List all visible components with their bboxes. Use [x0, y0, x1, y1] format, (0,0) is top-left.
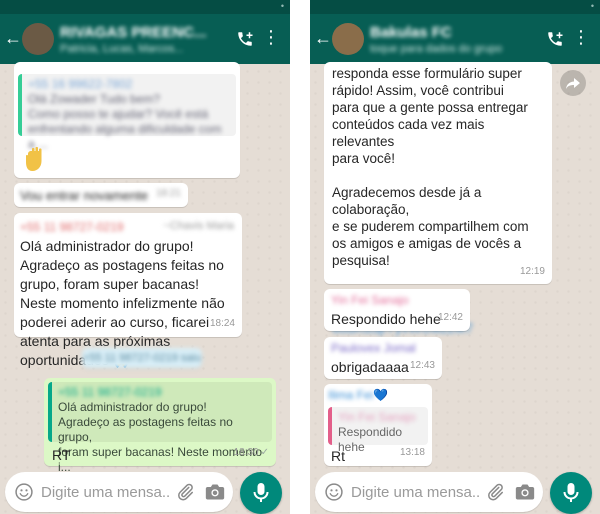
- message-time: 18:30: [233, 447, 259, 458]
- chat-screen-right: • ← Bakulas FC toque para dados do grupo…: [310, 0, 600, 514]
- voice-record-button[interactable]: [550, 472, 592, 514]
- message-input[interactable]: [351, 481, 479, 503]
- message-bubble-main[interactable]: responda esse formulário super rápido! A…: [324, 62, 552, 336]
- message-bubble[interactable]: Paulovex Jomal obrigadaaaa 12:43: [324, 337, 442, 379]
- message-line: e se puderem compartilhem com: [332, 219, 529, 234]
- message-bubble[interactable]: Ilima Fei💙 Yin Fei Sanajo Respondido heh…: [324, 384, 432, 466]
- message-line: responda esse formulário super: [332, 66, 522, 81]
- message-bubble-top[interactable]: +55 16 99622-7802 Olá Zowader Tudo bem? …: [14, 62, 240, 178]
- quote-line: Olá Zowader Tudo bem?: [28, 92, 161, 106]
- attach-paperclip-icon[interactable]: [485, 482, 505, 502]
- quote-line: Olá administrador do grupo!: [58, 400, 207, 414]
- sender-alias: ~Chavis Maria: [163, 220, 234, 232]
- message-sender: +55 11 98727-0219: [20, 220, 124, 234]
- chat-screen-left: • ← RIVAGAS PREENC... Patricia, Lucas, M…: [0, 0, 290, 514]
- message-bubble[interactable]: Yin Fei Sanajo Respondido hehe 12:42: [324, 289, 470, 331]
- quoted-message[interactable]: +55 16 99622-7802 Olá Zowader Tudo bem? …: [18, 74, 236, 151]
- message-line: conteúdos cada vez mais relevantes: [332, 117, 485, 149]
- back-arrow-icon[interactable]: ←: [314, 28, 332, 49]
- camera-icon[interactable]: [205, 483, 225, 501]
- emoji-sticker-icon: [26, 146, 42, 171]
- forward-arrow-icon: [566, 78, 580, 89]
- message-time: 13:18: [399, 447, 425, 458]
- quote-line: enfrentando alguma dificuldade com a ...: [28, 122, 222, 151]
- quote-line: Agradeço as postagens feitas no grupo,: [58, 415, 233, 444]
- emoji-icon[interactable]: [324, 482, 344, 502]
- message-text: Vou entrar novamente: [20, 188, 148, 203]
- message-line: os amigos e amigas de vocês a: [332, 236, 522, 251]
- message-input-bar: [5, 472, 233, 512]
- message-time: 18:21: [155, 188, 181, 199]
- outgoing-message-bubble[interactable]: +55 11 98727-0219 Olá administrador do g…: [44, 378, 276, 474]
- status-bar: •: [310, 0, 600, 14]
- forward-button[interactable]: [560, 70, 586, 96]
- message-input-bar: [315, 472, 543, 512]
- status-bar: •: [0, 0, 290, 14]
- system-notice: +55 11 98727-0219 saiu: [82, 348, 202, 368]
- message-text: RT: [52, 447, 71, 463]
- overflow-menu-icon[interactable]: ⋮: [572, 28, 590, 46]
- camera-icon[interactable]: [515, 483, 535, 501]
- microphone-icon: [563, 483, 579, 502]
- voice-record-button[interactable]: [240, 472, 282, 514]
- message-sender: Ilima Fei: [328, 388, 374, 402]
- message-line: para que a gente possa entregar: [332, 100, 528, 115]
- group-subtitle: toque para dados do grupo: [370, 43, 503, 55]
- microphone-icon: [253, 483, 269, 502]
- message-time: 12:19: [519, 266, 545, 277]
- overflow-menu-icon[interactable]: ⋮: [262, 28, 280, 46]
- chat-header: ← RIVAGAS PREENC... Patricia, Lucas, Mar…: [0, 14, 290, 64]
- emoji-icon[interactable]: [14, 482, 34, 502]
- back-arrow-icon[interactable]: ←: [4, 28, 22, 49]
- message-input[interactable]: [41, 481, 169, 503]
- quoted-message[interactable]: Yin Fei Sanajo Respondido hehe: [328, 407, 428, 454]
- message-line: rápido! Assim, você contribui: [332, 83, 504, 98]
- attach-paperclip-icon[interactable]: [175, 482, 195, 502]
- group-avatar[interactable]: [332, 23, 364, 55]
- quote-sender: +55 16 99622-7802: [28, 77, 133, 91]
- message-line: Agradecemos desde já a colaboração,: [332, 185, 482, 217]
- quoted-message[interactable]: +55 11 98727-0219 Olá administrador do g…: [48, 382, 272, 474]
- delivered-check-icon: ✓: [260, 447, 269, 458]
- message-bubble[interactable]: Vou entrar novamente 18:21: [14, 183, 188, 207]
- quote-sender: +55 11 98727-0219: [58, 385, 162, 399]
- call-add-icon[interactable]: [546, 30, 564, 48]
- message-time: 12:43: [409, 360, 435, 371]
- chat-header: ← Bakulas FC toque para dados do grupo ⋮: [310, 14, 600, 64]
- message-line: pesquisa!: [332, 253, 390, 268]
- message-line: para você!: [332, 151, 396, 166]
- group-avatar[interactable]: [22, 23, 54, 55]
- message-bubble-main[interactable]: +55 11 98727-0219 ~Chavis Maria Olá admi…: [14, 213, 242, 368]
- group-members: Patricia, Lucas, Marcos...: [60, 43, 184, 55]
- quote-line: Como posso te ajudar? Você está: [28, 107, 209, 121]
- call-add-icon[interactable]: [236, 30, 254, 48]
- blue-heart-emoji: 💙: [373, 388, 389, 402]
- group-title[interactable]: Bakulas FC: [370, 24, 452, 41]
- group-title[interactable]: RIVAGAS PREENC...: [60, 24, 206, 41]
- message-time: 18:24: [209, 318, 235, 329]
- quote-sender: Yin Fei Sanajo: [338, 410, 416, 424]
- message-time: 12:42: [437, 312, 463, 323]
